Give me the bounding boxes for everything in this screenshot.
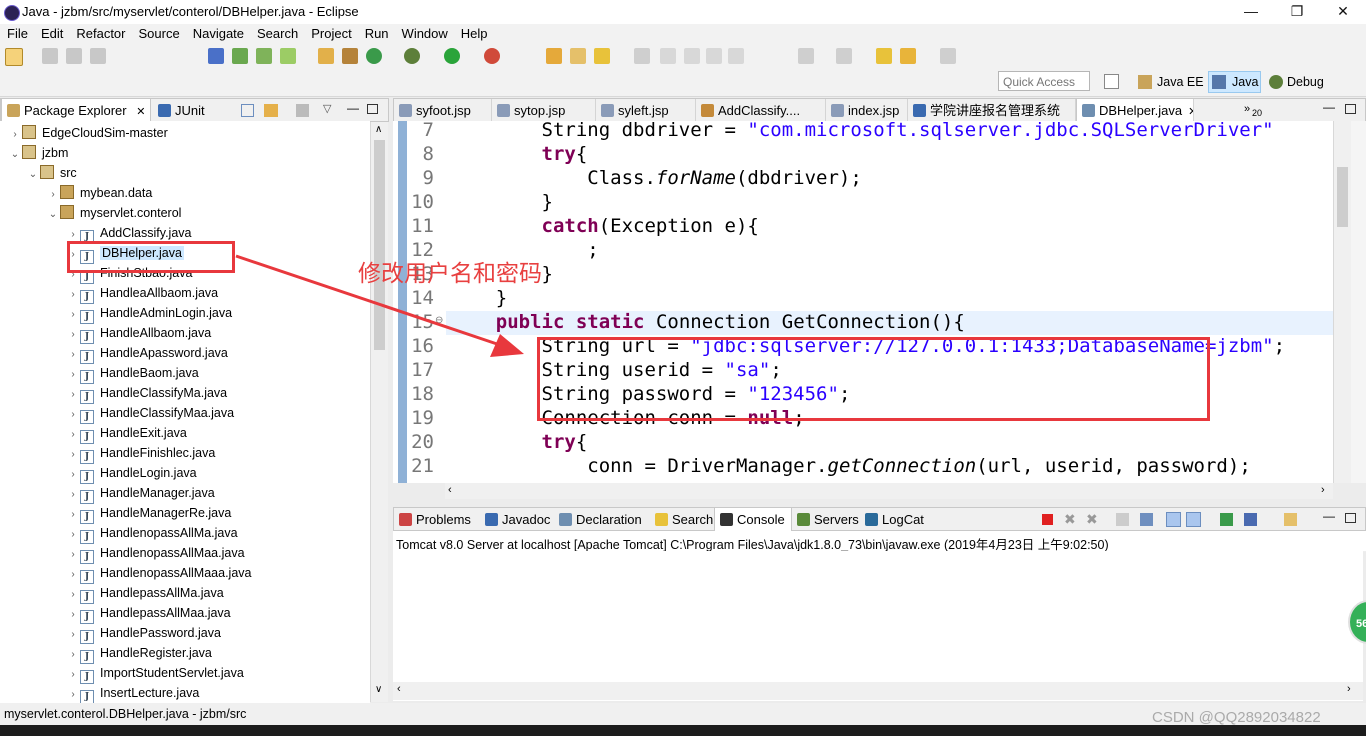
annotation-arrow-line (235, 254, 501, 347)
annotation-arrow-head (490, 334, 524, 357)
annotation-arrow (235, 254, 524, 357)
